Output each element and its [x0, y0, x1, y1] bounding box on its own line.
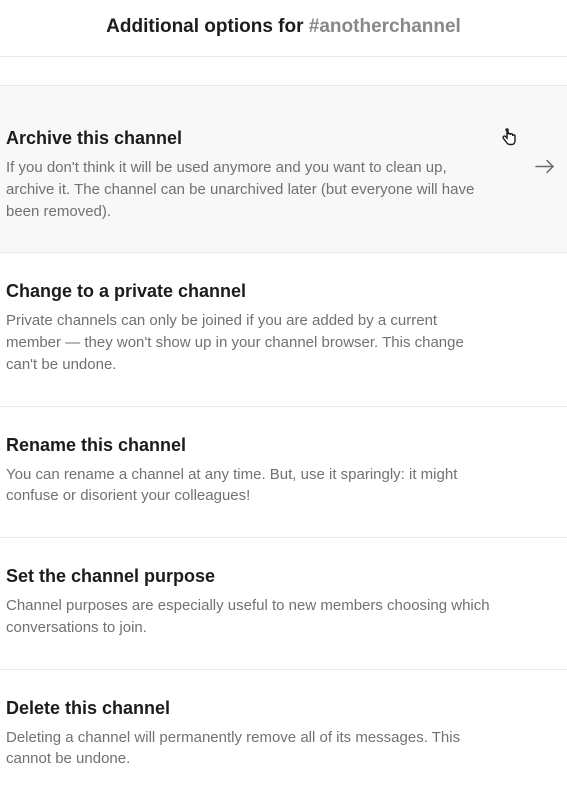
- dialog-title: Additional options for #anotherchannel: [106, 16, 461, 37]
- option-channel-purpose[interactable]: Set the channel purpose Channel purposes…: [0, 538, 567, 670]
- option-title: Set the channel purpose: [6, 566, 561, 587]
- option-title: Archive this channel: [6, 128, 561, 149]
- option-rename-channel[interactable]: Rename this channel You can rename a cha…: [0, 407, 567, 539]
- option-description: Private channels can only be joined if y…: [6, 310, 496, 375]
- title-prefix: Additional options for: [106, 16, 309, 37]
- option-title: Rename this channel: [6, 435, 561, 456]
- option-description: Deleting a channel will permanently remo…: [6, 727, 496, 771]
- option-description: If you don't think it will be used anymo…: [6, 157, 496, 222]
- option-delete-channel[interactable]: Delete this channel Deleting a channel w…: [0, 670, 567, 800]
- pointer-cursor-icon: [501, 128, 517, 151]
- option-description: You can rename a channel at any time. Bu…: [6, 464, 496, 508]
- arrow-right-icon: [533, 155, 557, 184]
- option-title: Change to a private channel: [6, 281, 561, 302]
- option-description: Channel purposes are especially useful t…: [6, 595, 496, 639]
- option-archive-channel[interactable]: Archive this channel If you don't think …: [0, 85, 567, 253]
- channel-name: #anotherchannel: [309, 16, 461, 37]
- option-private-channel[interactable]: Change to a private channel Private chan…: [0, 253, 567, 406]
- option-title: Delete this channel: [6, 698, 561, 719]
- dialog-header: Additional options for #anotherchannel: [0, 0, 567, 57]
- options-list: Archive this channel If you don't think …: [0, 57, 567, 800]
